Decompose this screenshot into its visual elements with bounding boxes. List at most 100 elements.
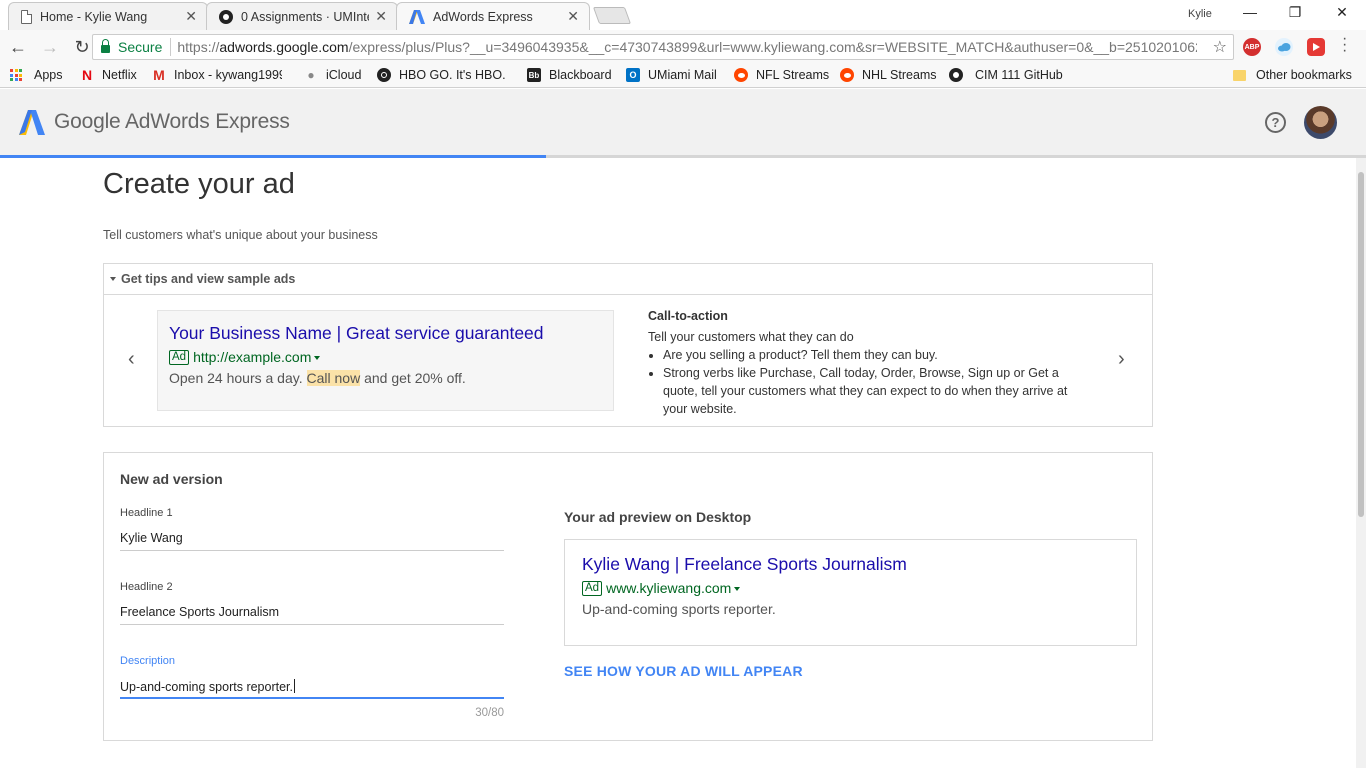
bookmark-hbo-go[interactable]: HBO GO. It's HBO. A (377, 68, 507, 82)
bookmark-label: Apps (34, 68, 63, 82)
forward-button[interactable]: → (36, 33, 64, 61)
tab-title: AdWords Express (433, 9, 533, 24)
ad-form-card: New ad version Headline 1 Kylie Wang Hea… (103, 452, 1153, 741)
lock-icon (101, 39, 110, 53)
tab-title: Home - Kylie Wang (40, 9, 148, 24)
form-title: New ad version (120, 471, 223, 487)
apps-grid-icon (10, 69, 22, 81)
main-content: Create your ad Tell customers what's uni… (0, 158, 1356, 768)
page-scrollbar[interactable] (1356, 158, 1366, 768)
adwords-logo-icon (19, 110, 45, 135)
bookmark-star-icon[interactable]: ☆ (1213, 37, 1227, 57)
bookmark-label: Blackboard (549, 68, 612, 82)
back-button[interactable]: ← (4, 33, 32, 61)
bookmark-icloud[interactable]: ● iCloud (304, 68, 361, 82)
document-icon (21, 9, 32, 24)
description-field[interactable]: Description Up-and-coming sports reporte… (120, 655, 504, 699)
url-text[interactable]: https://adwords.google.com/express/plus/… (177, 39, 1197, 55)
see-ad-appearance-link[interactable]: SEE HOW YOUR AD WILL APPEAR (564, 663, 803, 679)
bookmark-label: NHL Streams (862, 68, 937, 82)
tips-card: Get tips and view sample ads ‹ › Your Bu… (103, 263, 1153, 427)
bookmark-umiami-mail[interactable]: O UMiami Mail (626, 68, 717, 82)
caret-down-icon (110, 277, 116, 281)
address-separator (170, 38, 172, 56)
url-host: adwords.google.com (219, 39, 349, 55)
hbo-icon (377, 68, 391, 82)
chevron-left-icon[interactable]: ‹ (128, 348, 135, 371)
headline2-field[interactable]: Headline 2 Freelance Sports Journalism (120, 581, 504, 625)
other-bookmarks[interactable]: Other bookmarks (1233, 68, 1352, 82)
browser-tab-strip: Home - Kylie Wang ✕ 0 Assignments · UMIn… (0, 0, 1366, 30)
field-label: Description (120, 655, 176, 667)
caret-down-icon (314, 355, 321, 360)
folder-icon (1233, 69, 1246, 81)
restore-window-button[interactable]: ❐ (1280, 4, 1310, 21)
sample-ad-headline: Your Business Name | Great service guara… (169, 323, 544, 343)
bookmark-cim-github[interactable]: CIM 111 GitHub (949, 68, 1063, 82)
ad-badge: Ad (169, 349, 190, 365)
page-title: Create your ad (103, 168, 295, 200)
browser-menu-icon[interactable]: · · · (1342, 31, 1347, 59)
tips-panel-title: Call-to-action (648, 309, 728, 323)
ad-badge: Ad (582, 580, 603, 596)
headline2-input[interactable]: Freelance Sports Journalism (120, 601, 504, 625)
desc-highlight: Call now (306, 370, 361, 386)
tab-home-kylie-wang[interactable]: Home - Kylie Wang ✕ (8, 2, 208, 30)
close-tab-icon[interactable]: ✕ (567, 8, 579, 25)
tab-adwords-express[interactable]: AdWords Express ✕ (396, 2, 590, 30)
description-char-count: 30/80 (475, 707, 504, 719)
url-scheme: https:// (177, 39, 220, 55)
tips-toggle[interactable]: Get tips and view sample ads (104, 264, 1152, 295)
tips-list: Are you selling a product? Tell them the… (648, 346, 1078, 418)
help-icon[interactable]: ? (1265, 112, 1286, 133)
description-value: Up-and-coming sports reporter. (120, 680, 293, 694)
preview-ad-url-row: Ad www.kyliewang.com (582, 580, 1119, 596)
bookmark-blackboard[interactable]: Bb Blackboard (527, 68, 612, 82)
sample-ad-description: Open 24 hours a day. Call now and get 20… (169, 370, 602, 386)
close-tab-icon[interactable]: ✕ (375, 8, 387, 25)
new-tab-button[interactable] (592, 7, 632, 24)
caret-down-icon (734, 586, 741, 591)
reddit-icon (734, 68, 748, 82)
headline1-input[interactable]: Kylie Wang (120, 527, 504, 551)
tips-header-label: Get tips and view sample ads (121, 272, 296, 286)
adblock-plus-icon[interactable]: ABP (1243, 38, 1261, 56)
preview-ad-url: www.kyliewang.com (606, 580, 732, 596)
text-cursor (294, 679, 295, 693)
close-tab-icon[interactable]: ✕ (185, 8, 197, 25)
bookmark-label: UMiami Mail (648, 68, 717, 82)
tips-panel-intro: Tell your customers what they can do (648, 330, 854, 344)
github-icon (219, 9, 233, 24)
bookmark-label: iCloud (326, 68, 362, 82)
media-extension-icon[interactable] (1307, 38, 1325, 56)
chevron-right-icon[interactable]: › (1118, 348, 1125, 371)
bookmark-label: NFL Streams (756, 68, 830, 82)
adwords-express-logo[interactable]: Google AdWords Express (18, 108, 290, 136)
preview-title: Your ad preview on Desktop (564, 509, 752, 525)
minimize-window-button[interactable]: — (1235, 4, 1265, 20)
bookmark-label: Other bookmarks (1256, 68, 1352, 82)
github-icon (949, 68, 963, 82)
sample-ad-url: http://example.com (193, 349, 312, 365)
bookmark-apps[interactable]: Apps (10, 68, 63, 82)
description-input[interactable]: Up-and-coming sports reporter. (120, 675, 504, 699)
desc-text: and get 20% off. (360, 370, 466, 386)
desc-text: Open 24 hours a day. (169, 370, 307, 386)
bookmark-inbox[interactable]: M Inbox - kywang1999 (152, 67, 282, 83)
tab-assignments[interactable]: 0 Assignments · UMInteractive ✕ (206, 2, 398, 30)
address-bar[interactable]: Secure https://adwords.google.com/expres… (92, 34, 1234, 60)
bookmark-netflix[interactable]: N Netflix (80, 67, 137, 83)
bookmark-nfl-streams[interactable]: NFL Streams (734, 68, 829, 82)
bookmark-label: HBO GO. It's HBO. A (399, 68, 507, 82)
close-window-button[interactable]: ✕ (1327, 4, 1357, 21)
blackboard-icon: Bb (527, 68, 541, 82)
cloud-extension-icon[interactable] (1275, 38, 1293, 56)
tip-item: Are you selling a product? Tell them the… (663, 346, 1078, 364)
field-label: Headline 2 (120, 581, 173, 593)
avatar[interactable] (1304, 106, 1337, 139)
headline1-field[interactable]: Headline 1 Kylie Wang (120, 507, 504, 551)
window-user-name[interactable]: Kylie (1188, 8, 1212, 20)
tips-panel: Call-to-action Tell your customers what … (648, 307, 1078, 418)
bookmark-nhl-streams[interactable]: NHL Streams (840, 68, 937, 82)
scrollbar-thumb[interactable] (1358, 172, 1364, 517)
